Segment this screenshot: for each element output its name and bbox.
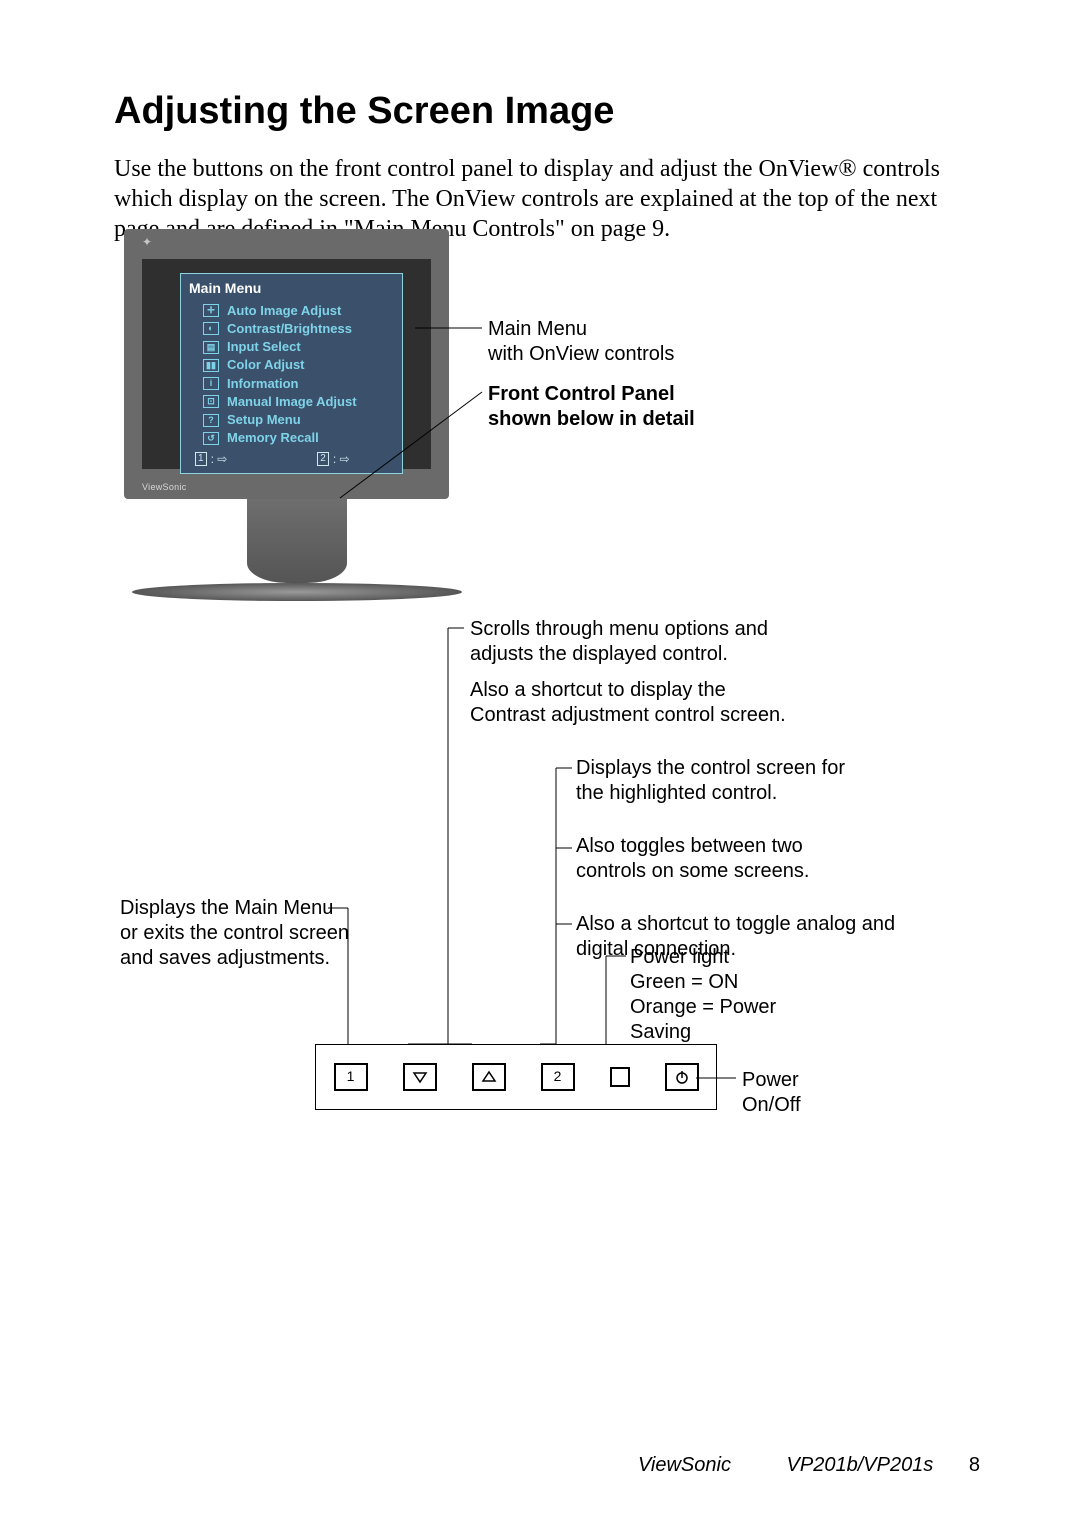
osd-title: Main Menu: [181, 274, 402, 302]
osd-item-input: ▤Input Select: [181, 338, 402, 356]
callout-power-light: Power light Green = ON Orange = Power Sa…: [630, 945, 850, 1045]
button-1: 1: [334, 1063, 368, 1091]
osd-item-contrast: ◐Contrast/Brightness: [181, 320, 402, 338]
power-light-icon: [610, 1067, 630, 1087]
osd-icon-auto: ✛: [203, 304, 219, 317]
monitor-illustration: ✦ Main Menu ✛Auto Image Adjust ◐Contrast…: [124, 229, 469, 601]
callout-arrows-scroll: Scrolls through menu options and adjusts…: [470, 617, 810, 667]
footer-brand: ViewSonic: [638, 1454, 731, 1476]
button-up-icon: [472, 1063, 506, 1091]
osd-icon-setup: ?: [203, 414, 219, 427]
callout-button1: Displays the Main Menu or exits the cont…: [120, 896, 350, 971]
callout-button2-a: Displays the control screen for the high…: [576, 756, 876, 806]
osd-icon-color: ▮▮: [203, 359, 219, 372]
footer-model: VP201b/VP201s: [787, 1454, 934, 1476]
page-footer: ViewSonic VP201b/VP201s 8: [220, 1453, 980, 1478]
osd-icon-contrast: ◐: [203, 322, 219, 335]
osd-item-setup: ?Setup Menu: [181, 411, 402, 429]
brand-logo-icon: ✦: [142, 235, 164, 249]
page-title: Adjusting the Screen Image: [114, 88, 980, 136]
osd-icon-input: ▤: [203, 341, 219, 354]
osd-footer-2: 2: [317, 452, 329, 467]
osd-item-auto-image: ✛Auto Image Adjust: [181, 302, 402, 320]
osd-main-menu: Main Menu ✛Auto Image Adjust ◐Contrast/B…: [180, 273, 403, 474]
callout-arrows-shortcut: Also a shortcut to display the Contrast …: [470, 678, 790, 728]
front-control-panel: 1 2: [315, 1044, 717, 1110]
osd-item-info: iInformation: [181, 375, 402, 393]
footer-page-number: 8: [969, 1454, 980, 1476]
callout-front-panel-heading: Front Control Panel shown below in detai…: [488, 382, 748, 432]
power-button-icon: [665, 1063, 699, 1091]
osd-footer-1: 1: [195, 452, 207, 467]
button-down-icon: [403, 1063, 437, 1091]
osd-item-color: ▮▮Color Adjust: [181, 356, 402, 374]
osd-icon-memory: ↺: [203, 432, 219, 445]
button-2: 2: [541, 1063, 575, 1091]
callout-power: Power On/Off: [742, 1068, 862, 1118]
osd-item-memory: ↺Memory Recall: [181, 429, 402, 447]
osd-item-manual: ⊡Manual Image Adjust: [181, 393, 402, 411]
callout-main-menu: Main Menu with OnView controls: [488, 317, 748, 367]
osd-icon-manual: ⊡: [203, 395, 219, 408]
bezel-brand-text: ViewSonic: [142, 482, 187, 493]
callout-button2-b: Also toggles between two controls on som…: [576, 834, 876, 884]
osd-icon-info: i: [203, 377, 219, 390]
